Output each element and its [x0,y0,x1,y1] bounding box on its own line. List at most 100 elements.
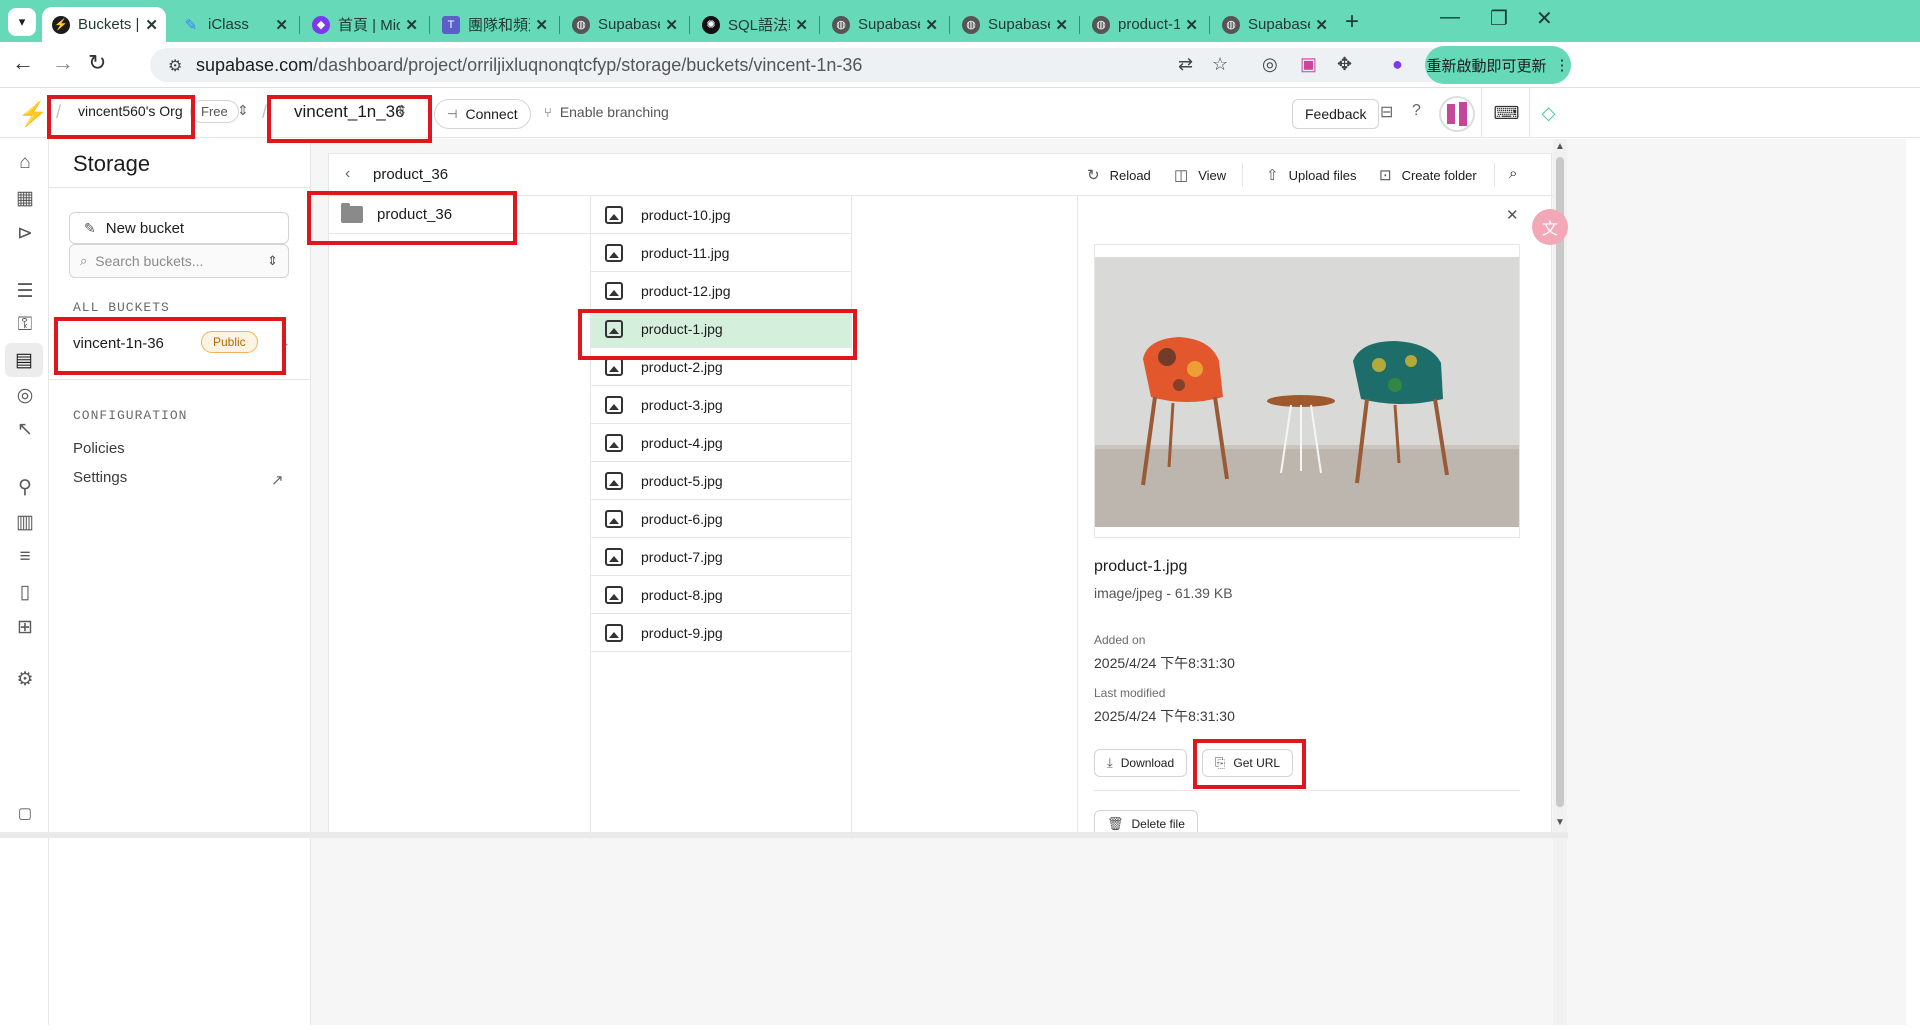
org-switch-icon[interactable]: ⇕ [237,102,249,119]
project-selector[interactable]: vincent_1n_36 [294,102,405,122]
reports-icon[interactable]: ▥ [13,510,37,534]
profile-icon[interactable]: ● [1392,54,1403,75]
close-icon[interactable]: ✕ [665,16,678,34]
table-editor-icon[interactable]: ▦ [13,186,37,210]
browser-tab-supabase-4[interactable]: ◍ Supabase ✕ [1212,7,1336,42]
browser-tab-copilot[interactable]: ◆ 首頁 | Mic ✕ [302,7,426,42]
file-row[interactable]: product-2.jpg [591,348,851,386]
close-icon[interactable]: ✕ [925,16,938,34]
close-icon[interactable]: ✕ [275,16,288,34]
file-row-selected[interactable]: product-1.jpg [591,310,851,348]
forward-arrow-icon[interactable]: → [52,50,74,76]
realtime-icon[interactable]: ◎ [13,383,37,407]
scrollbar[interactable]: ▲ ▼ [1553,139,1567,1025]
search-icon[interactable]: ⌕ [1509,165,1517,182]
reload-button[interactable]: ↻ Reload [1087,166,1151,184]
minimize-icon[interactable]: — [1440,6,1460,29]
org-selector[interactable]: vincent560's Org [78,103,183,119]
close-icon[interactable]: ✕ [535,16,548,34]
assistant-icon[interactable]: ◇ [1529,88,1567,138]
tab-search-dropdown[interactable]: ▾ [8,8,36,36]
file-row[interactable]: product-4.jpg [591,424,851,462]
project-switch-icon[interactable]: ⇕ [396,102,408,119]
close-icon[interactable]: ✕ [145,16,158,34]
browser-tab-supabase-2[interactable]: ◍ Supabase ✕ [822,7,946,42]
create-folder-button[interactable]: ⊡ Create folder [1379,166,1477,184]
advisors-icon[interactable]: ⚲ [13,475,37,499]
search-buckets-input[interactable]: ⌕ Search buckets... ⇕ [69,244,289,278]
get-url-button[interactable]: ⎘ Get URL [1202,749,1294,777]
new-bucket-button[interactable]: ✎ New bucket [69,212,289,244]
auth-icon[interactable]: ⚿ [13,313,37,337]
settings-icon[interactable]: ⚙ [13,667,37,691]
file-row[interactable]: product-8.jpg [591,576,851,614]
policies-link[interactable]: Policies [73,440,125,457]
window-close-icon[interactable]: ✕ [1536,6,1553,31]
feedback-button[interactable]: Feedback [1292,99,1380,129]
file-row[interactable]: product-12.jpg [591,272,851,310]
file-row[interactable]: product-6.jpg [591,500,851,538]
scroll-up-icon[interactable]: ▲ [1555,141,1565,152]
file-row[interactable]: product-10.jpg [591,196,851,234]
integrations-icon[interactable]: ⊞ [13,615,37,639]
reload-icon[interactable]: ↻ [88,50,106,76]
file-row[interactable]: product-11.jpg [591,234,851,272]
collapse-sidebar-icon[interactable]: ▢ [13,801,37,825]
translate-bubble-icon[interactable]: 文 [1532,209,1568,245]
browser-tab-supabase-3[interactable]: ◍ Supabase ✕ [952,7,1076,42]
scroll-down-icon[interactable]: ▼ [1555,817,1565,828]
connect-button[interactable]: ⊣ Connect [434,99,531,129]
site-info-icon[interactable]: ⚙ [168,56,182,76]
browser-tab-buckets[interactable]: ⚡ Buckets | S ✕ [42,7,166,42]
update-button[interactable]: 重新啟動即可更新 ⋮ [1425,46,1571,84]
back-arrow-icon[interactable]: ← [12,50,34,76]
api-docs-icon[interactable]: ▯ [13,580,37,604]
bucket-item[interactable]: vincent-1n-36 Public ⌄ [73,328,303,358]
browser-tab-sql[interactable]: ✺ SQL語法範 ✕ [692,7,816,42]
new-tab-button[interactable]: + [1345,8,1359,36]
file-row[interactable]: product-5.jpg [591,462,851,500]
maximize-icon[interactable]: ❐ [1490,6,1508,31]
home-icon[interactable]: ⌂ [13,151,37,175]
close-icon[interactable]: ✕ [1185,16,1198,34]
terminal-icon[interactable]: ⌨ [1481,88,1531,138]
extensions-icon[interactable]: ✥ [1337,54,1352,75]
upload-files-button[interactable]: ⇧ Upload files [1266,166,1357,184]
download-button[interactable]: ⤓ Download [1094,749,1188,777]
help-icon[interactable]: ? [1412,102,1421,120]
file-row[interactable]: product-3.jpg [591,386,851,424]
folder-row[interactable]: product_36 [329,196,590,234]
enable-branching-button[interactable]: ⑂ Enable branching [544,104,669,120]
inbox-icon[interactable]: ⊟ [1380,102,1393,122]
file-row[interactable]: product-7.jpg [591,538,851,576]
star-icon[interactable]: ☆ [1212,54,1228,75]
close-icon[interactable]: ✕ [1506,206,1519,224]
browser-tab-product[interactable]: ◍ product-1 ✕ [1082,7,1206,42]
edge-functions-icon[interactable]: ↖ [13,417,37,441]
view-button[interactable]: ◫ View [1174,166,1226,184]
file-row[interactable]: product-9.jpg [591,614,851,652]
close-icon[interactable]: ✕ [1315,16,1328,34]
translate-icon[interactable]: ⇄ [1178,54,1193,75]
settings-link[interactable]: Settings [73,469,127,486]
close-icon[interactable]: ✕ [795,16,808,34]
storage-icon[interactable]: ▤ [5,343,43,377]
browser-tab-supabase-1[interactable]: ◍ Supabase ✕ [562,7,686,42]
new-bucket-label: New bucket [105,219,185,237]
extension-translate-icon[interactable]: ▣ [1300,54,1317,75]
database-icon[interactable]: ☰ [13,279,37,303]
close-icon[interactable]: ✕ [405,16,418,34]
chevron-left-icon[interactable]: ‹ [345,165,350,183]
logs-icon[interactable]: ≡ [13,545,37,569]
scrollbar-thumb[interactable] [1556,157,1564,807]
lens-icon[interactable]: ◎ [1262,54,1278,75]
url-input[interactable]: ⚙ supabase.com/dashboard/project/orrilji… [150,48,1525,82]
browser-tab-iclass[interactable]: ✎ iClass ✕ [172,7,296,42]
close-icon[interactable]: ✕ [1055,16,1068,34]
sql-editor-icon[interactable]: ⊳ [13,221,37,245]
browser-tab-teams[interactable]: T 團隊和頻道 ✕ [432,7,556,42]
chevron-down-icon[interactable]: ⌄ [279,334,291,351]
sort-icon[interactable]: ⇕ [267,253,278,269]
avatar[interactable] [1439,96,1475,132]
supabase-logo-icon[interactable]: ⚡ [18,100,48,129]
